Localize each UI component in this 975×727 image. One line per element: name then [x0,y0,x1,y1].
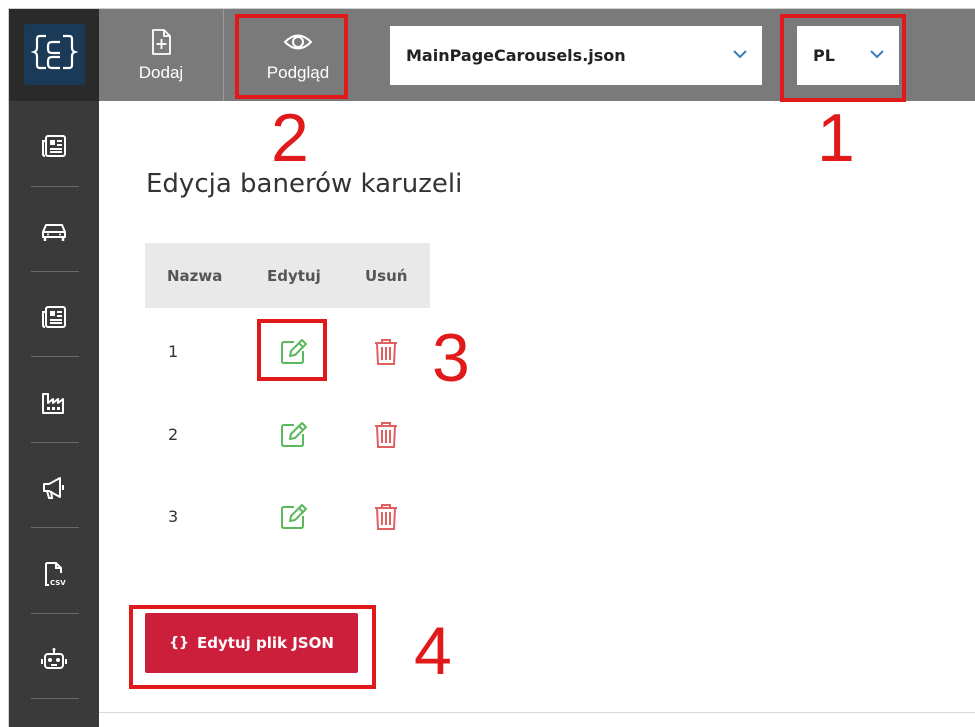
edit-icon [281,504,307,529]
news-icon [42,135,66,157]
annotation-box-json [129,605,376,689]
edit-icon [281,422,307,447]
table-header: Nazwa Edytuj Usuń [145,243,430,308]
sidebar-item-csv[interactable]: CSV [9,532,99,616]
sidebar-item-cars[interactable] [9,190,99,274]
news-icon [42,306,66,328]
trash-icon [375,339,397,365]
delete-row-button[interactable] [370,501,402,533]
annotation-box-preview [235,14,348,99]
edit-row-button[interactable] [277,501,309,533]
sidebar-item-bot[interactable] [9,618,99,702]
logo-cell [9,9,99,101]
annotation-number-3: 3 [432,320,470,396]
table-row-name: 2 [168,425,179,444]
trash-icon [375,504,397,530]
annotation-number-2: 2 [271,100,309,176]
sidebar-divider [31,698,79,699]
car-icon [42,224,66,241]
column-header-edit: Edytuj [267,267,321,285]
file-select-value: MainPageCarousels.json [406,46,626,65]
edit-row-button[interactable] [277,419,309,451]
file-select[interactable]: MainPageCarousels.json [390,26,762,85]
sidebar-item-marketing[interactable] [9,446,99,530]
column-header-name: Nazwa [167,267,223,285]
svg-text:CSV: CSV [50,579,66,587]
file-plus-icon [152,29,171,55]
sidebar-item-news[interactable] [9,104,99,188]
sidebar-divider [31,442,79,443]
sidebar-divider [31,356,79,357]
factory-icon [42,393,64,414]
annotation-box-edit [257,319,327,381]
annotation-box-language [780,14,906,102]
sidebar-divider [31,527,79,528]
add-button-label: Dodaj [138,63,184,82]
delete-row-button[interactable] [370,336,402,368]
table-row-name: 1 [168,342,179,361]
trash-icon [375,422,397,448]
app-frame: CSV Dodaj Podgląd MainPageCarousels.json… [8,8,975,727]
csv-file-icon: CSV [45,562,66,587]
sidebar-divider [31,271,79,272]
annotation-number-1: 1 [817,100,855,176]
cc-logo[interactable] [24,24,85,85]
sidebar-item-news-2[interactable] [9,275,99,359]
robot-icon [41,648,67,669]
chevron-down-icon [733,50,747,59]
sidebar-divider [31,186,79,187]
bottom-divider [99,712,975,713]
table-row-name: 3 [168,507,179,526]
toolbar-divider [223,9,224,101]
megaphone-icon [43,477,64,499]
column-header-delete: Usuń [365,267,408,285]
annotation-number-4: 4 [414,613,452,689]
delete-row-button[interactable] [370,419,402,451]
add-button[interactable]: Dodaj [113,9,209,101]
sidebar: CSV [9,9,99,727]
sidebar-item-factory[interactable] [9,361,99,445]
sidebar-divider [31,613,79,614]
